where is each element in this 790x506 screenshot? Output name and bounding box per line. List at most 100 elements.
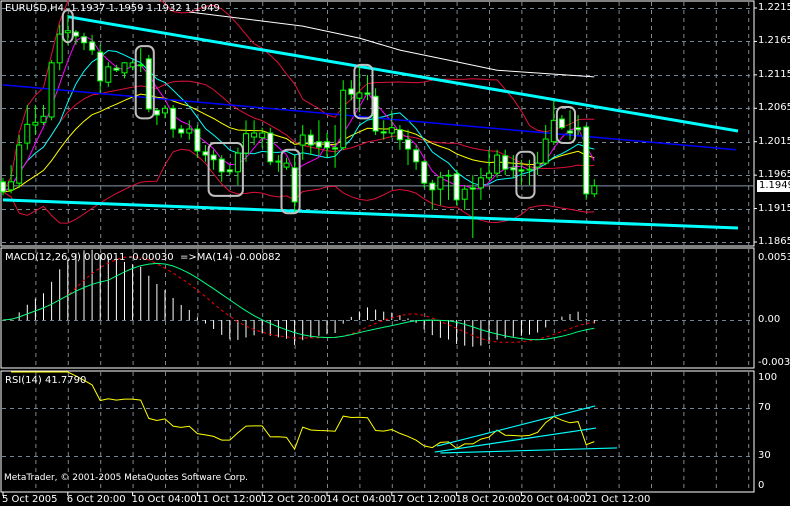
candle-body (486, 172, 492, 179)
candle-body (56, 33, 63, 64)
candle (461, 185, 468, 210)
candle (218, 155, 225, 182)
candle-body (243, 133, 249, 154)
macd-tick-label: 0.00 (758, 314, 781, 325)
time-label: 6 Oct 20:00 (66, 494, 126, 505)
price-tick-label: 1.2115 (758, 68, 790, 80)
candle-body (105, 66, 112, 83)
candle-body (113, 67, 120, 71)
candle (291, 155, 298, 212)
candle-body (380, 131, 387, 134)
rsi-title: RSI(14) 41.7790 (5, 375, 87, 386)
candle-body (170, 107, 177, 130)
candle-body (121, 62, 128, 74)
candle-body (153, 109, 160, 116)
candle (129, 60, 136, 71)
candle-body (32, 121, 39, 126)
candle-body (48, 62, 55, 118)
candle (40, 104, 47, 125)
candle-body (445, 174, 452, 177)
candle (97, 44, 104, 93)
candle (186, 120, 193, 140)
copyright-text: MetaTrader, © 2001-2005 MetaQuotes Softw… (4, 473, 249, 483)
candle (437, 171, 444, 206)
candle-body (364, 92, 371, 95)
candle (81, 32, 87, 51)
candle (145, 54, 152, 113)
candle (429, 179, 436, 210)
candle (550, 100, 557, 146)
candle-body (405, 139, 411, 150)
candle (380, 120, 387, 140)
candle (477, 167, 484, 200)
candle-body (24, 123, 31, 144)
candle-body (356, 92, 363, 99)
rsi-line (11, 371, 595, 451)
candle (162, 104, 168, 119)
price-tick-label: 1.1915 (758, 202, 790, 214)
rsi-tick-label: 0 (758, 480, 765, 491)
candle-body (234, 152, 241, 173)
candle (170, 104, 177, 138)
candle-body (348, 88, 355, 95)
current-price-label: 1.1949 (757, 179, 790, 192)
candle-body (575, 127, 582, 131)
macd-panel-frame (0, 247, 755, 369)
time-label: 10 Oct 04:00 (131, 494, 197, 505)
macd-tick-label: -0.00368 (758, 357, 790, 369)
candle-body (81, 36, 87, 44)
candle-body (502, 155, 509, 170)
candle-body (162, 107, 168, 114)
rsi-trend-line (440, 447, 617, 454)
candle-body (283, 162, 290, 168)
candle-body (542, 138, 549, 164)
candle-body (299, 134, 306, 146)
candle-body (16, 144, 23, 184)
candle (405, 129, 411, 166)
candle (234, 147, 241, 186)
candle-body (97, 51, 104, 82)
candle (72, 30, 79, 45)
time-label: 21 Oct 12:00 (585, 494, 651, 505)
candle-body (332, 147, 339, 150)
candle (421, 159, 428, 188)
candle-body (315, 141, 322, 148)
candle-body (558, 118, 565, 129)
candle (494, 149, 501, 178)
candle-body (429, 182, 436, 191)
candle-body (421, 161, 428, 184)
candle-body (267, 132, 274, 163)
candle (48, 60, 55, 121)
candle (396, 125, 403, 150)
candle-body (89, 41, 96, 51)
candle-body (550, 119, 557, 143)
price-tick-label: 1.2215 (758, 2, 790, 13)
candle (583, 125, 590, 200)
candle-body (469, 187, 476, 190)
time-label: 18 Oct 20:00 (455, 494, 521, 505)
candle (486, 149, 492, 180)
candle (202, 145, 209, 162)
candle (267, 127, 274, 166)
time-label: 14 Oct 04:00 (326, 494, 392, 505)
time-label: 11 Oct 12:00 (196, 494, 262, 505)
candle (453, 169, 460, 206)
candle-body (8, 181, 15, 191)
candle-body (477, 177, 484, 189)
candle-body (567, 130, 573, 134)
rsi-tick-label: 100 (758, 372, 778, 383)
candle-body (64, 30, 71, 34)
candle (153, 108, 160, 125)
candle (315, 120, 322, 156)
candle-body (72, 31, 79, 37)
candle-body (591, 185, 598, 195)
candle (89, 34, 96, 55)
candle-body (145, 58, 152, 110)
time-label: 5 Oct 2005 (2, 494, 58, 505)
candle (251, 120, 258, 146)
candle (591, 179, 598, 198)
time-label: 17 Oct 12:00 (390, 494, 456, 505)
candle-body (461, 188, 468, 200)
candle (558, 114, 565, 130)
macd-tick-label: 0.0053 (758, 252, 790, 263)
